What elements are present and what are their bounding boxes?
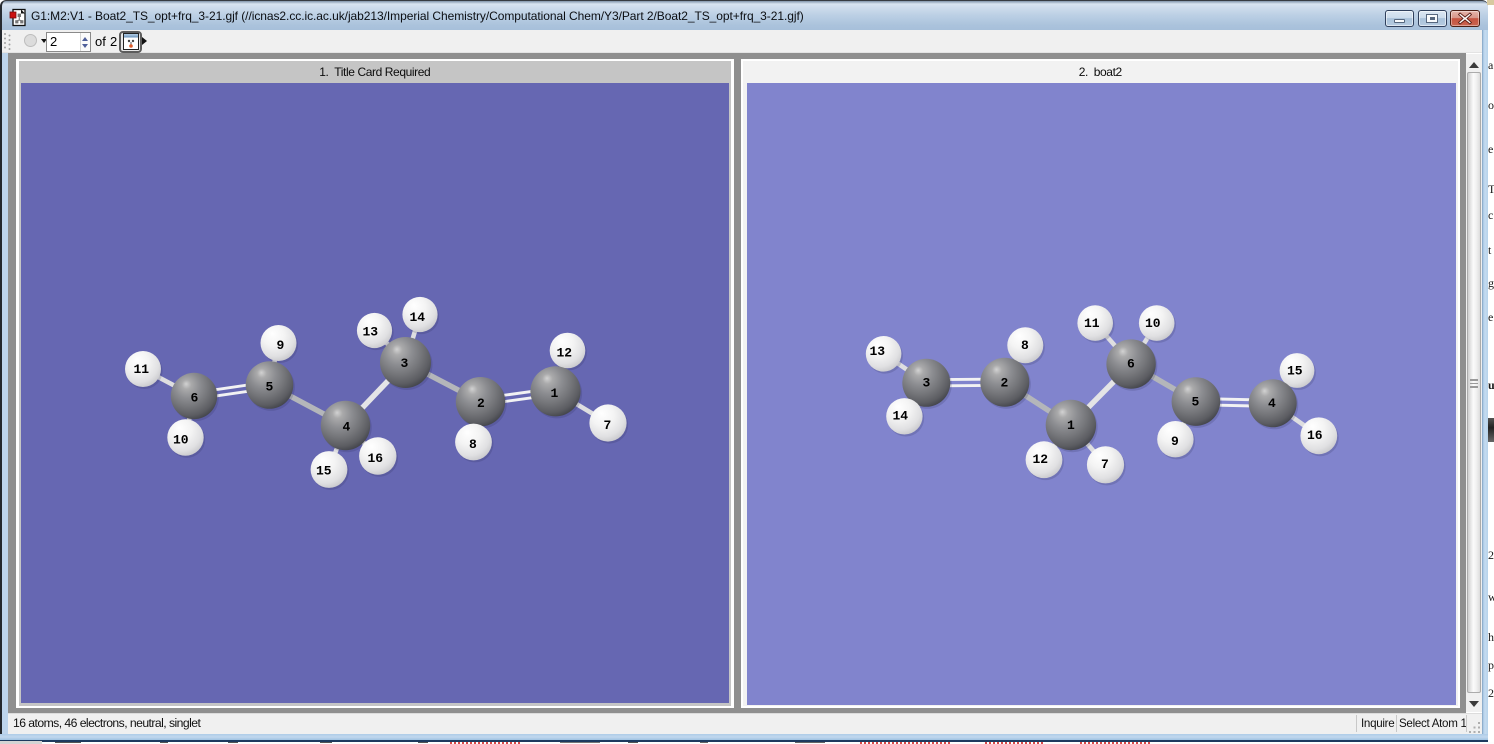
svg-text:3: 3 xyxy=(400,356,408,371)
svg-text:1: 1 xyxy=(1067,418,1075,433)
svg-text:8: 8 xyxy=(469,437,477,452)
svg-text:4: 4 xyxy=(1268,396,1276,411)
svg-text:11: 11 xyxy=(1084,316,1100,331)
svg-text:15: 15 xyxy=(316,464,332,479)
svg-text:13: 13 xyxy=(362,325,378,340)
svg-text:9: 9 xyxy=(276,338,284,353)
svg-text:9: 9 xyxy=(1171,434,1179,449)
svg-text:4: 4 xyxy=(342,420,350,435)
svg-text:10: 10 xyxy=(173,433,189,448)
svg-text:1: 1 xyxy=(550,386,558,401)
svg-text:8: 8 xyxy=(1021,338,1029,353)
svg-text:7: 7 xyxy=(603,418,611,433)
svg-text:12: 12 xyxy=(556,346,572,361)
svg-text:12: 12 xyxy=(1032,452,1048,467)
svg-text:2: 2 xyxy=(1000,376,1008,391)
svg-text:16: 16 xyxy=(367,451,383,466)
svg-text:13: 13 xyxy=(869,344,885,359)
svg-text:14: 14 xyxy=(409,310,425,325)
svg-text:5: 5 xyxy=(1191,395,1199,410)
svg-text:16: 16 xyxy=(1307,428,1323,443)
svg-text:15: 15 xyxy=(1287,364,1303,379)
svg-text:7: 7 xyxy=(1101,457,1109,472)
svg-text:3: 3 xyxy=(922,376,930,391)
svg-text:11: 11 xyxy=(133,362,149,377)
svg-text:5: 5 xyxy=(265,380,273,395)
svg-text:6: 6 xyxy=(1127,357,1135,372)
svg-text:6: 6 xyxy=(190,391,198,406)
svg-text:2: 2 xyxy=(477,396,485,411)
svg-text:10: 10 xyxy=(1145,316,1161,331)
svg-text:14: 14 xyxy=(892,409,908,424)
